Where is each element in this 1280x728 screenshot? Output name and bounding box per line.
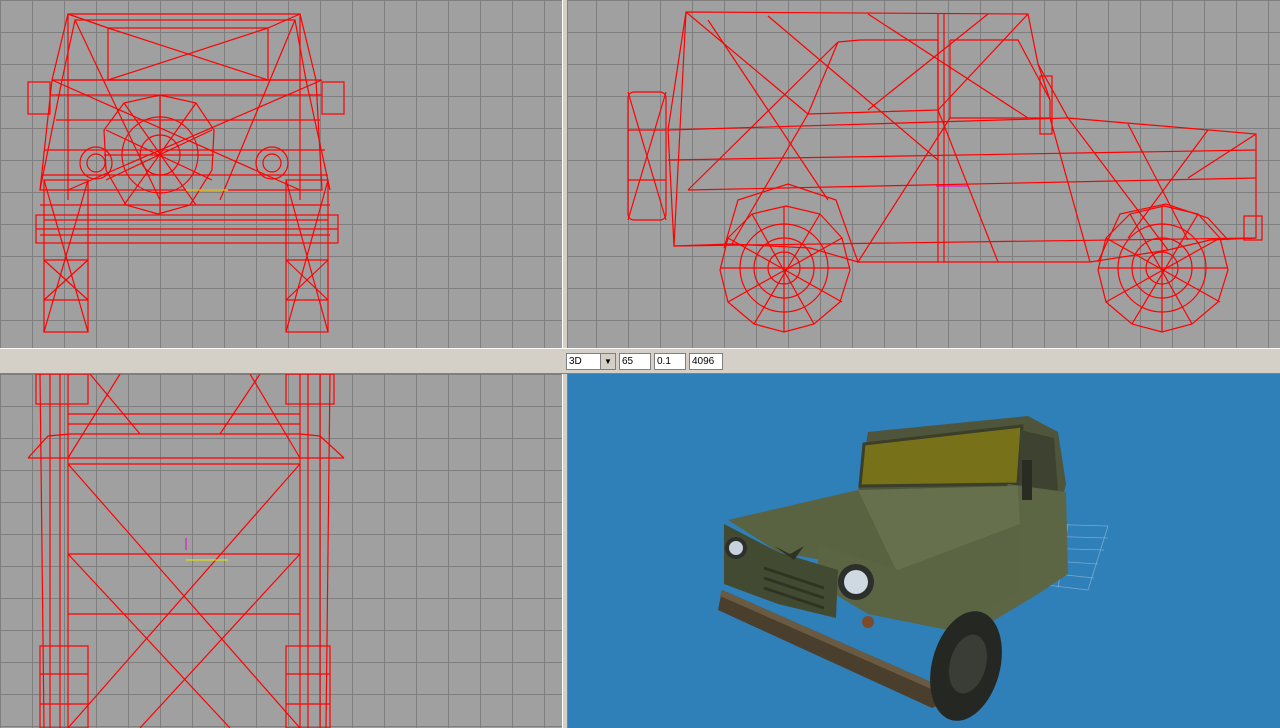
near-clip-field[interactable]: 0.1 (654, 352, 686, 370)
camera-toolbar: 3D ▼ 65 0.1 4096 (566, 351, 723, 371)
view-mode-select[interactable]: 3D ▼ (566, 352, 616, 370)
textured-vehicle-model (718, 416, 1109, 721)
chevron-down-icon[interactable]: ▼ (600, 353, 615, 369)
front-view-viewport[interactable] (0, 0, 562, 348)
top-wireframe-model (27, 374, 345, 728)
far-clip-field[interactable]: 4096 (689, 352, 723, 370)
perspective-3d-viewport[interactable] (568, 374, 1280, 728)
side-wireframe-model (627, 11, 1263, 333)
view-mode-value: 3D (569, 355, 582, 367)
side-view-viewport[interactable] (568, 0, 1280, 348)
fov-field[interactable]: 65 (619, 352, 651, 370)
top-view-viewport[interactable] (0, 374, 562, 728)
front-wireframe-model (27, 13, 345, 333)
